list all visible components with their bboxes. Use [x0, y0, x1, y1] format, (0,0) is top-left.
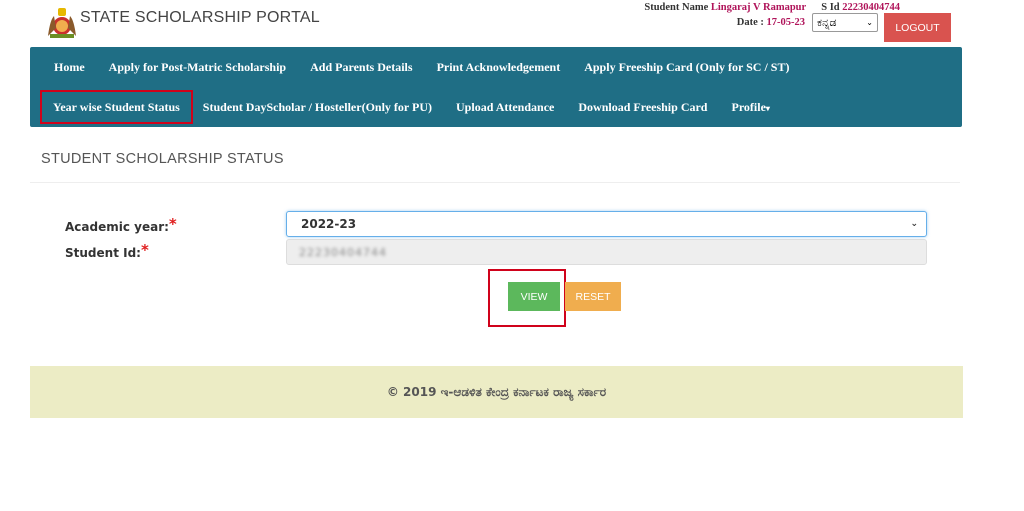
footer-copyright: © 2019 ಇ-ಆಡಳಿತ ಕೇಂದ್ರ ಕರ್ನಾಟಕ ರಾಜ್ಯ ಸರ್ಕ… — [386, 384, 607, 399]
student-name-label: Student Name — [644, 2, 709, 13]
academic-year-label: Academic year:* — [65, 215, 177, 234]
nav-year-wise-status[interactable]: Year wise Student Status — [40, 90, 193, 124]
academic-year-value: 2022-23 — [301, 217, 357, 231]
nav-dayscholar-hosteller[interactable]: Student DayScholar / Hosteller(Only for … — [191, 100, 444, 115]
nav-download-freeship[interactable]: Download Freeship Card — [566, 100, 719, 115]
language-value: ಕನ್ನಡ — [817, 15, 837, 29]
reset-button[interactable]: RESET — [565, 282, 621, 311]
nav-upload-attendance[interactable]: Upload Attendance — [444, 100, 566, 115]
nav-profile-label: Profile — [731, 99, 766, 114]
nav-apply-freeship[interactable]: Apply Freeship Card (Only for SC / ST) — [572, 60, 801, 75]
nav-home[interactable]: Home — [42, 60, 97, 75]
student-id-label: Student Id:* — [65, 241, 149, 260]
caret-down-icon: ▾ — [765, 103, 770, 113]
nav-row-2: Year wise Student Status Student DayScho… — [40, 87, 782, 127]
main-navbar: Home Apply for Post-Matric Scholarship A… — [30, 47, 962, 127]
portal-title: STATE SCHOLARSHIP PORTAL — [80, 9, 320, 26]
language-select[interactable]: ಕನ್ನಡ ⌄ — [812, 13, 878, 32]
required-mark: * — [168, 215, 177, 233]
sid-value: 22230404744 — [842, 2, 900, 13]
karnataka-emblem-icon — [48, 8, 76, 38]
chevron-down-icon: ⌄ — [866, 18, 873, 27]
student-id-value: 22230404744 — [299, 245, 387, 259]
nav-add-parents[interactable]: Add Parents Details — [298, 60, 424, 75]
chevron-down-icon: ⌄ — [910, 219, 918, 229]
view-button[interactable]: VIEW — [508, 282, 560, 311]
nav-apply-post-matric[interactable]: Apply for Post-Matric Scholarship — [97, 60, 298, 75]
date-value: 17-05-23 — [766, 17, 806, 28]
nav-profile[interactable]: Profile▾ — [719, 100, 781, 115]
sid-label: S Id — [821, 2, 840, 13]
logout-button[interactable]: LOGOUT — [884, 13, 951, 42]
student-name-value: Lingaraj V Ramapur — [710, 2, 806, 13]
footer: © 2019 ಇ-ಆಡಳಿತ ಕೇಂದ್ರ ಕರ್ನಾಟಕ ರಾಜ್ಯ ಸರ್ಕ… — [30, 366, 963, 418]
nav-row-1: Home Apply for Post-Matric Scholarship A… — [42, 47, 801, 87]
nav-print-ack[interactable]: Print Acknowledgement — [425, 60, 573, 75]
page-title: STUDENT SCHOLARSHIP STATUS — [41, 151, 284, 167]
date-label: Date : — [736, 17, 764, 28]
required-mark: * — [140, 241, 149, 259]
divider — [30, 182, 960, 183]
academic-year-select[interactable]: 2022-23 ⌄ — [286, 211, 927, 237]
student-id-field: 22230404744 — [286, 239, 927, 265]
